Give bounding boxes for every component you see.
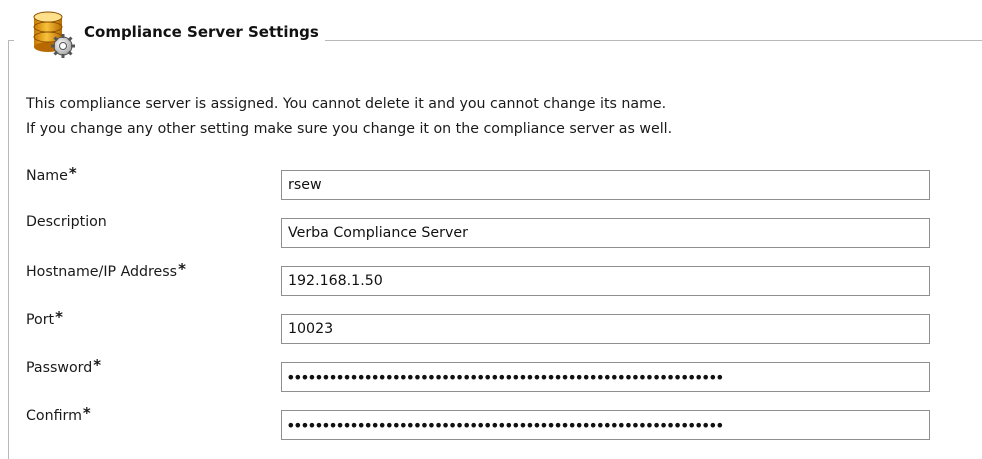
confirm-password-field[interactable] <box>281 410 930 440</box>
required-marker: * <box>178 260 186 278</box>
section-title: Compliance Server Settings <box>84 23 319 41</box>
required-marker: * <box>68 164 77 182</box>
section-legend: Compliance Server Settings <box>14 11 325 59</box>
confirm-label: Confirm* <box>26 404 91 424</box>
description-row: Description <box>26 212 936 248</box>
required-marker: * <box>93 356 102 374</box>
hostname-row: Hostname/IP Address* <box>26 260 936 296</box>
password-label: Password* <box>26 356 102 376</box>
assigned-notice: This compliance server is assigned. You … <box>26 92 672 142</box>
password-row: Password* <box>26 356 936 392</box>
port-label: Port* <box>26 308 63 328</box>
name-label: Name* <box>26 164 77 184</box>
database-gear-icon <box>16 11 78 59</box>
port-row: Port* <box>26 308 936 344</box>
description-label: Description <box>26 214 107 230</box>
port-field[interactable] <box>281 314 930 344</box>
required-marker: * <box>55 308 63 326</box>
confirm-row: Confirm* <box>26 404 936 440</box>
hostname-field[interactable] <box>281 266 930 296</box>
notice-line-1: This compliance server is assigned. You … <box>26 96 667 112</box>
description-field[interactable] <box>281 218 930 248</box>
name-field[interactable] <box>281 170 930 200</box>
password-field[interactable] <box>281 362 930 392</box>
name-row: Name* <box>26 164 936 200</box>
hostname-label: Hostname/IP Address* <box>26 260 186 280</box>
required-marker: * <box>82 404 91 422</box>
notice-line-2: If you change any other setting make sur… <box>26 121 673 137</box>
